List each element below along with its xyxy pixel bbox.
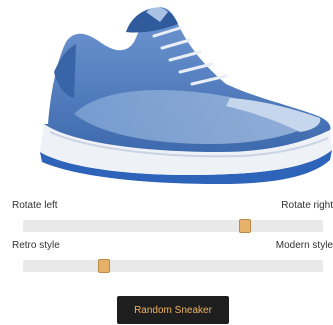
rotation-slider[interactable] [23,219,323,233]
rotation-slider-thumb[interactable] [239,219,251,233]
sneaker-configurator: Rotate left Rotate right Retro style Mod… [0,0,333,325]
modern-style-label: Modern style [275,240,333,251]
style-slider-track[interactable] [23,260,323,272]
rotate-right-label: Rotate right [281,200,333,211]
retro-style-label: Retro style [12,240,60,251]
rotation-slider-track[interactable] [23,220,323,232]
sneaker-illustration [40,7,332,184]
sneaker-image [30,2,333,186]
rotate-left-label: Rotate left [12,200,58,211]
random-sneaker-button[interactable]: Random Sneaker [117,296,229,324]
style-slider-thumb[interactable] [97,259,110,273]
style-slider[interactable] [23,259,323,273]
